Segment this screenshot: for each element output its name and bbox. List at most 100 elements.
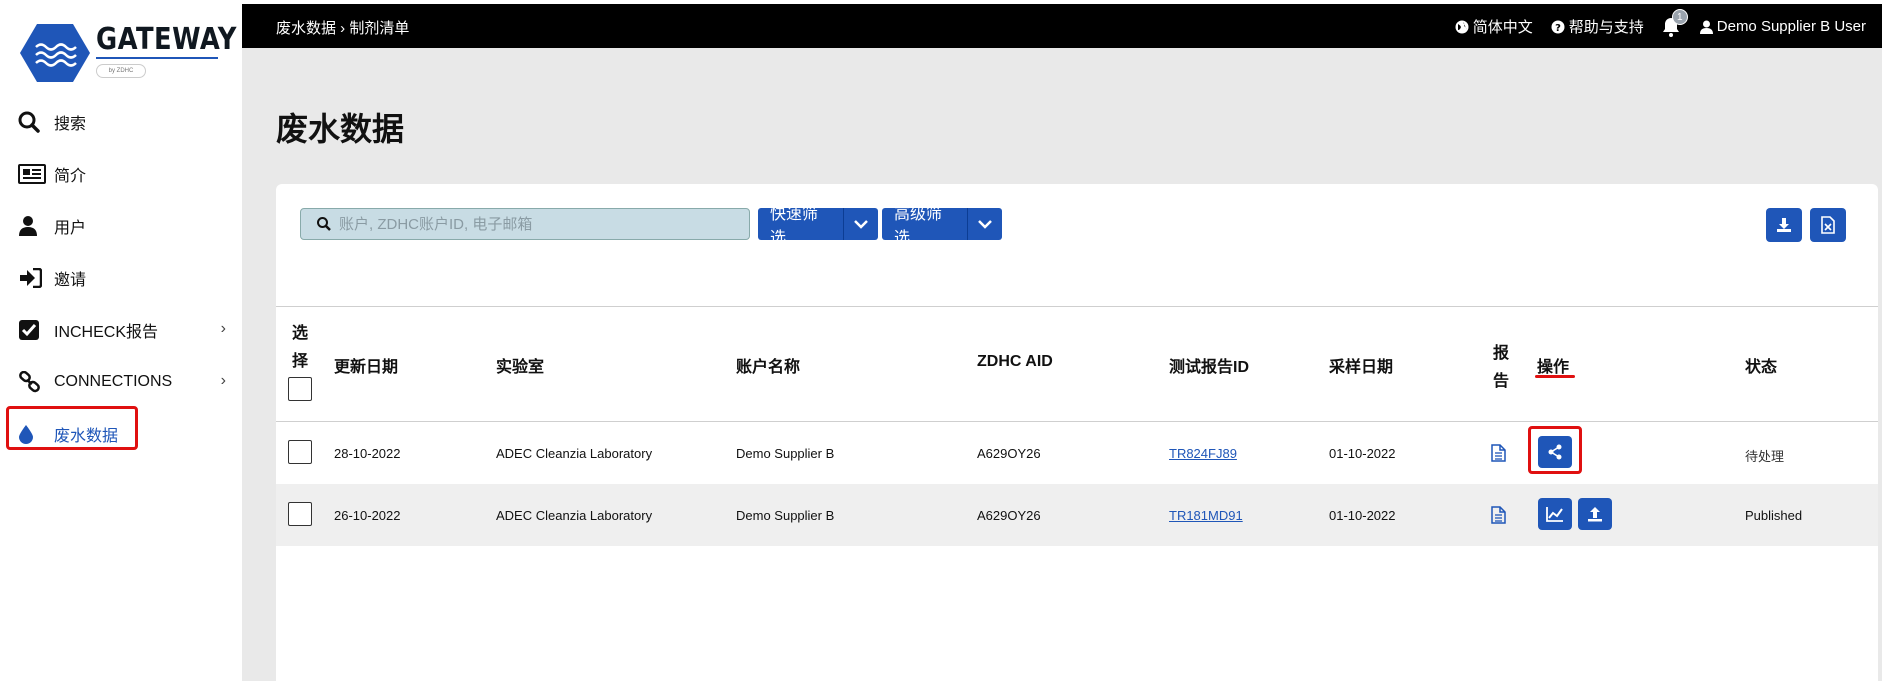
sidebar-item-invite[interactable]: 邀请 [0,252,242,304]
advanced-filter-dropdown[interactable] [968,208,1002,240]
logo-underline [96,57,218,59]
cell-updated: 28-10-2022 [334,446,401,461]
search-input[interactable] [339,215,729,233]
breadcrumb[interactable]: 废水数据 › 制剂清单 [276,17,409,38]
sidebar-item-wastewater[interactable]: 废水数据 [0,408,242,460]
quick-filter-group: 快速筛选 [758,206,878,247]
header-actions: 操作 [1537,359,1570,376]
page-title: 废水数据 [276,111,405,147]
chevron-down-icon [978,220,992,229]
upload-button[interactable] [1578,498,1612,530]
search-field[interactable] [300,208,750,240]
sidebar-item-profile[interactable]: 简介 [0,148,242,200]
main-content: 废水数据 快速筛选 高级筛选 选 [242,48,1882,681]
sidebar-item-incheck[interactable]: INCHECK报告 › [0,304,242,356]
link-icon [18,370,46,394]
export-excel-button[interactable] [1810,208,1846,242]
status-badge: Published [1745,508,1803,523]
download-button[interactable] [1766,208,1802,242]
user-name: Demo Supplier B User [1716,18,1866,35]
cell-aid: A629OY26 [977,508,1041,523]
water-drop-icon [18,422,46,446]
header-report-line1: 报 [1493,345,1510,362]
header-account[interactable]: 账户名称 [736,353,800,377]
topbar: 废水数据 › 制剂清单 简体中文 ? 帮助与支持 1 Demo Supplier… [242,4,1882,48]
help-label: 帮助与支持 [1568,19,1644,36]
cell-sample-date: 01-10-2022 [1329,508,1396,523]
header-report-line2: 告 [1493,373,1510,390]
document-icon[interactable] [1491,506,1506,524]
sign-in-icon [18,266,46,290]
document-icon[interactable] [1491,444,1506,462]
user-icon [1699,20,1713,34]
header-select-line2: 择 [292,353,309,370]
quick-filter-dropdown[interactable] [844,208,878,240]
header-report-id[interactable]: 测试报告ID [1169,353,1249,377]
gateway-logo[interactable]: GATEWAY by ZDHC [20,22,236,88]
notification-badge: 1 [1671,8,1688,25]
sidebar-item-users[interactable]: 用户 [0,200,242,252]
search-icon [18,110,46,134]
logo-text: GATEWAY [96,22,237,57]
user-icon [18,214,46,238]
header-lab[interactable]: 实验室 [496,353,544,377]
search-icon [317,217,331,231]
cell-account: Demo Supplier B [736,446,835,461]
share-icon [1548,444,1562,460]
newspaper-icon [18,162,46,186]
language-selector[interactable]: 简体中文 [1455,16,1533,37]
sidebar-item-connections[interactable]: CONNECTIONS › [0,356,242,408]
row-checkbox[interactable] [288,502,312,526]
cell-account: Demo Supplier B [736,508,835,523]
cell-lab: ADEC Cleanzia Laboratory [496,446,653,461]
question-circle-icon: ? [1551,20,1565,34]
chart-button[interactable] [1538,498,1572,530]
cell-aid: A629OY26 [977,446,1041,461]
header-updated[interactable]: 更新日期 [334,353,398,377]
check-square-icon [18,318,46,342]
topbar-actions: 简体中文 ? 帮助与支持 1 Demo Supplier B User [1455,8,1882,37]
row-checkbox[interactable] [288,440,312,464]
file-excel-icon [1821,216,1835,234]
sidebar-item-label: 简介 [54,168,87,185]
table-row: 26-10-2022 ADEC Cleanzia Laboratory Demo… [276,484,1878,546]
logo-subtext: by ZDHC [96,64,146,78]
report-id-link[interactable]: TR181MD91 [1169,508,1243,523]
report-id-link[interactable]: TR824FJ89 [1169,446,1237,461]
annotation-underline [1535,375,1575,378]
sidebar-item-label: 邀请 [54,272,87,289]
table-row: 28-10-2022 ADEC Cleanzia Laboratory Demo… [276,422,1878,484]
share-button[interactable] [1538,436,1572,468]
logo-hexagon-icon [20,24,90,82]
wastewater-table: 选 择 更新日期 实验室 账户名称 ZDHC AID 测试报告ID 采样日期 报… [276,306,1878,546]
chevron-right-icon: › [220,320,226,337]
language-label: 简体中文 [1472,19,1533,36]
advanced-filter-group: 高级筛选 [882,206,1002,247]
cell-lab: ADEC Cleanzia Laboratory [496,508,653,523]
notifications-button[interactable]: 1 [1662,8,1688,37]
sidebar-nav: 搜索 简介 用户 邀请 INCHECK报告 › CONNECTIONS › 废水… [0,96,242,460]
header-select-line1: 选 [292,325,309,342]
header-select: 选 择 [292,319,308,371]
status-badge: 待处理 [1745,449,1785,464]
sidebar-item-label: 用户 [54,220,87,237]
header-status[interactable]: 状态 [1745,353,1777,377]
download-icon [1777,218,1791,232]
sidebar-item-label: INCHECK报告 [54,324,159,341]
cell-updated: 26-10-2022 [334,508,401,523]
quick-filter-button[interactable]: 快速筛选 [758,206,844,247]
sidebar-item-search[interactable]: 搜索 [0,96,242,148]
header-sample-date[interactable]: 采样日期 [1329,353,1393,377]
chevron-right-icon: › [220,372,226,389]
help-link[interactable]: ? 帮助与支持 [1551,16,1644,37]
advanced-filter-button[interactable]: 高级筛选 [882,206,968,247]
table-header: 选 择 更新日期 实验室 账户名称 ZDHC AID 测试报告ID 采样日期 报… [276,306,1878,422]
header-aid[interactable]: ZDHC AID [977,353,1053,371]
line-chart-icon [1546,507,1563,522]
sidebar-item-label: 废水数据 [54,428,119,445]
user-menu[interactable]: Demo Supplier B User [1699,18,1866,35]
chevron-down-icon [854,220,868,229]
data-card: 快速筛选 高级筛选 选 择 更新日期 实验 [276,184,1878,681]
globe-icon [1455,20,1469,33]
select-all-checkbox[interactable] [288,377,312,401]
